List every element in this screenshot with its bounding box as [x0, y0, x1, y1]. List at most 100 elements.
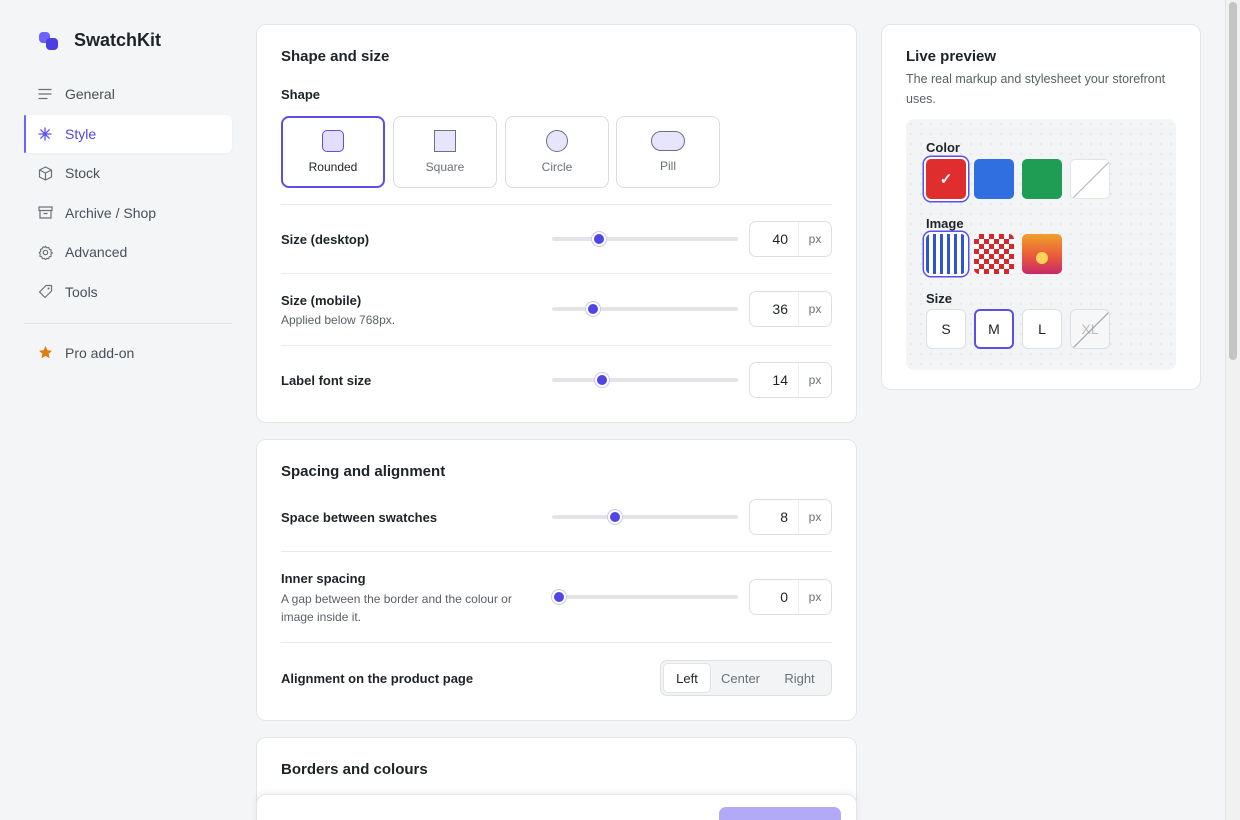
shape-option-pill[interactable]: Pill — [616, 116, 720, 188]
inner-spacing-input[interactable]: 0 px — [749, 579, 832, 615]
size-attribute-label: Size — [926, 291, 953, 306]
alignment-label: Alignment on the product page — [281, 671, 474, 686]
size-option-xl-disabled: XL — [1070, 309, 1110, 349]
swatch-image-checker[interactable] — [974, 234, 1014, 274]
sidebar-item-pro-addon[interactable]: Pro add-on — [24, 334, 232, 372]
size-option-m[interactable]: M — [974, 309, 1014, 349]
sidebar-item-style[interactable]: Style — [24, 114, 232, 153]
size-desktop-value[interactable]: 40 — [750, 231, 798, 247]
save-button[interactable] — [719, 807, 841, 820]
box-icon — [37, 165, 53, 181]
shape-option-circle[interactable]: Circle — [505, 116, 609, 188]
label-font-size-value[interactable]: 14 — [750, 372, 798, 388]
sidebar-divider — [24, 322, 232, 324]
rounded-square-icon — [322, 130, 344, 152]
unit-label: px — [798, 580, 831, 614]
unit-label: px — [798, 363, 831, 397]
divider — [281, 273, 832, 274]
size-mobile-slider[interactable] — [552, 302, 738, 316]
space-between-slider[interactable] — [552, 510, 738, 524]
divider — [281, 642, 832, 643]
sidebar-item-label: Stock — [65, 165, 101, 182]
size-mobile-label: Size (mobile) — [281, 293, 362, 308]
archive-icon — [37, 205, 53, 221]
space-between-input[interactable]: 8 px — [749, 499, 832, 535]
size-desktop-input[interactable]: 40 px — [749, 221, 832, 257]
divider — [281, 204, 832, 205]
sidebar-item-advanced[interactable]: Advanced — [24, 233, 232, 271]
inner-spacing-value[interactable]: 0 — [750, 589, 798, 605]
alignment-segmented-control: Left Center Right — [660, 660, 832, 696]
sidebar-item-stock[interactable]: Stock — [24, 154, 232, 192]
sidebar: SwatchKit General Style Stock Archive / … — [0, 0, 240, 820]
slider-thumb[interactable] — [595, 373, 610, 387]
inner-spacing-help: A gap between the border and the colour … — [281, 592, 512, 624]
sidebar-item-general[interactable]: General — [24, 75, 232, 113]
card-title: Borders and colours — [281, 761, 428, 778]
shape-option-label: Rounded — [308, 160, 358, 174]
pill-icon — [651, 131, 685, 151]
live-preview-card: Live preview The real markup and stylesh… — [881, 24, 1201, 390]
shape-size-card: Shape and size Shape Rounded Square Circ… — [256, 24, 857, 423]
swatch-green[interactable] — [1022, 159, 1062, 199]
size-desktop-label: Size (desktop) — [281, 232, 370, 247]
check-icon: ✓ — [939, 171, 953, 188]
shape-option-label: Square — [425, 160, 465, 174]
size-option-l[interactable]: L — [1022, 309, 1062, 349]
sidebar-item-label: Pro add-on — [65, 344, 135, 361]
slider-thumb[interactable] — [591, 232, 606, 246]
circle-icon — [546, 130, 568, 152]
tag-icon — [37, 284, 53, 300]
shape-option-rounded[interactable]: Rounded — [281, 116, 385, 188]
space-between-value[interactable]: 8 — [750, 509, 798, 525]
brand: SwatchKit — [38, 30, 161, 51]
swatch-image-stripes[interactable] — [926, 234, 966, 274]
size-mobile-input[interactable]: 36 px — [749, 291, 832, 327]
preview-description: The real markup and stylesheet your stor… — [906, 72, 1166, 106]
logo-icon — [38, 31, 60, 51]
spacing-alignment-card: Spacing and alignment Space between swat… — [256, 439, 857, 721]
sun-icon — [1036, 252, 1048, 264]
label-font-size-input[interactable]: 14 px — [749, 362, 832, 398]
unit-label: px — [798, 500, 831, 534]
shape-option-label: Circle — [541, 160, 573, 174]
card-title: Shape and size — [281, 48, 390, 65]
inner-spacing-slider[interactable] — [552, 590, 738, 604]
page-scrollbar[interactable] — [1225, 0, 1240, 820]
app-name: SwatchKit — [74, 30, 162, 50]
slider-thumb[interactable] — [608, 510, 623, 524]
alignment-option-center[interactable]: Center — [711, 663, 770, 693]
space-between-label: Space between swatches — [281, 510, 438, 525]
image-attribute-label: Image — [926, 216, 964, 231]
swatch-blue[interactable] — [974, 159, 1014, 199]
swatch-image-sunset[interactable] — [1022, 234, 1062, 274]
sidebar-item-tools[interactable]: Tools — [24, 273, 232, 311]
size-mobile-help: Applied below 768px. — [281, 313, 396, 327]
card-title: Spacing and alignment — [281, 463, 446, 480]
alignment-option-right[interactable]: Right — [770, 663, 829, 693]
label-font-size-slider[interactable] — [552, 373, 738, 387]
sidebar-item-label: Advanced — [65, 244, 128, 261]
size-option-s[interactable]: S — [926, 309, 966, 349]
sidebar-item-label: General — [65, 86, 115, 102]
swatch-red[interactable]: ✓ — [926, 159, 966, 199]
size-mobile-value[interactable]: 36 — [750, 301, 798, 317]
slider-thumb[interactable] — [585, 302, 600, 316]
strikethrough-icon — [1072, 161, 1109, 198]
size-desktop-slider[interactable] — [552, 232, 738, 246]
gear-icon — [37, 244, 53, 260]
scrollbar-thumb[interactable] — [1229, 2, 1237, 360]
sidebar-nav: General Style Stock Archive / Shop Advan… — [24, 75, 232, 374]
alignment-option-left[interactable]: Left — [663, 663, 711, 693]
sidebar-item-label: Style — [65, 125, 97, 142]
sidebar-item-archive-shop[interactable]: Archive / Shop — [24, 194, 232, 232]
swatch-unavailable[interactable] — [1070, 159, 1110, 199]
sidebar-item-label: Tools — [65, 283, 98, 300]
inner-spacing-label: Inner spacing — [281, 571, 366, 586]
card-title: Live preview — [906, 48, 997, 65]
slider-thumb[interactable] — [552, 590, 567, 604]
divider — [281, 551, 832, 552]
label-font-size-label: Label font size — [281, 373, 372, 388]
shape-option-square[interactable]: Square — [393, 116, 497, 188]
lines-icon — [37, 86, 53, 102]
